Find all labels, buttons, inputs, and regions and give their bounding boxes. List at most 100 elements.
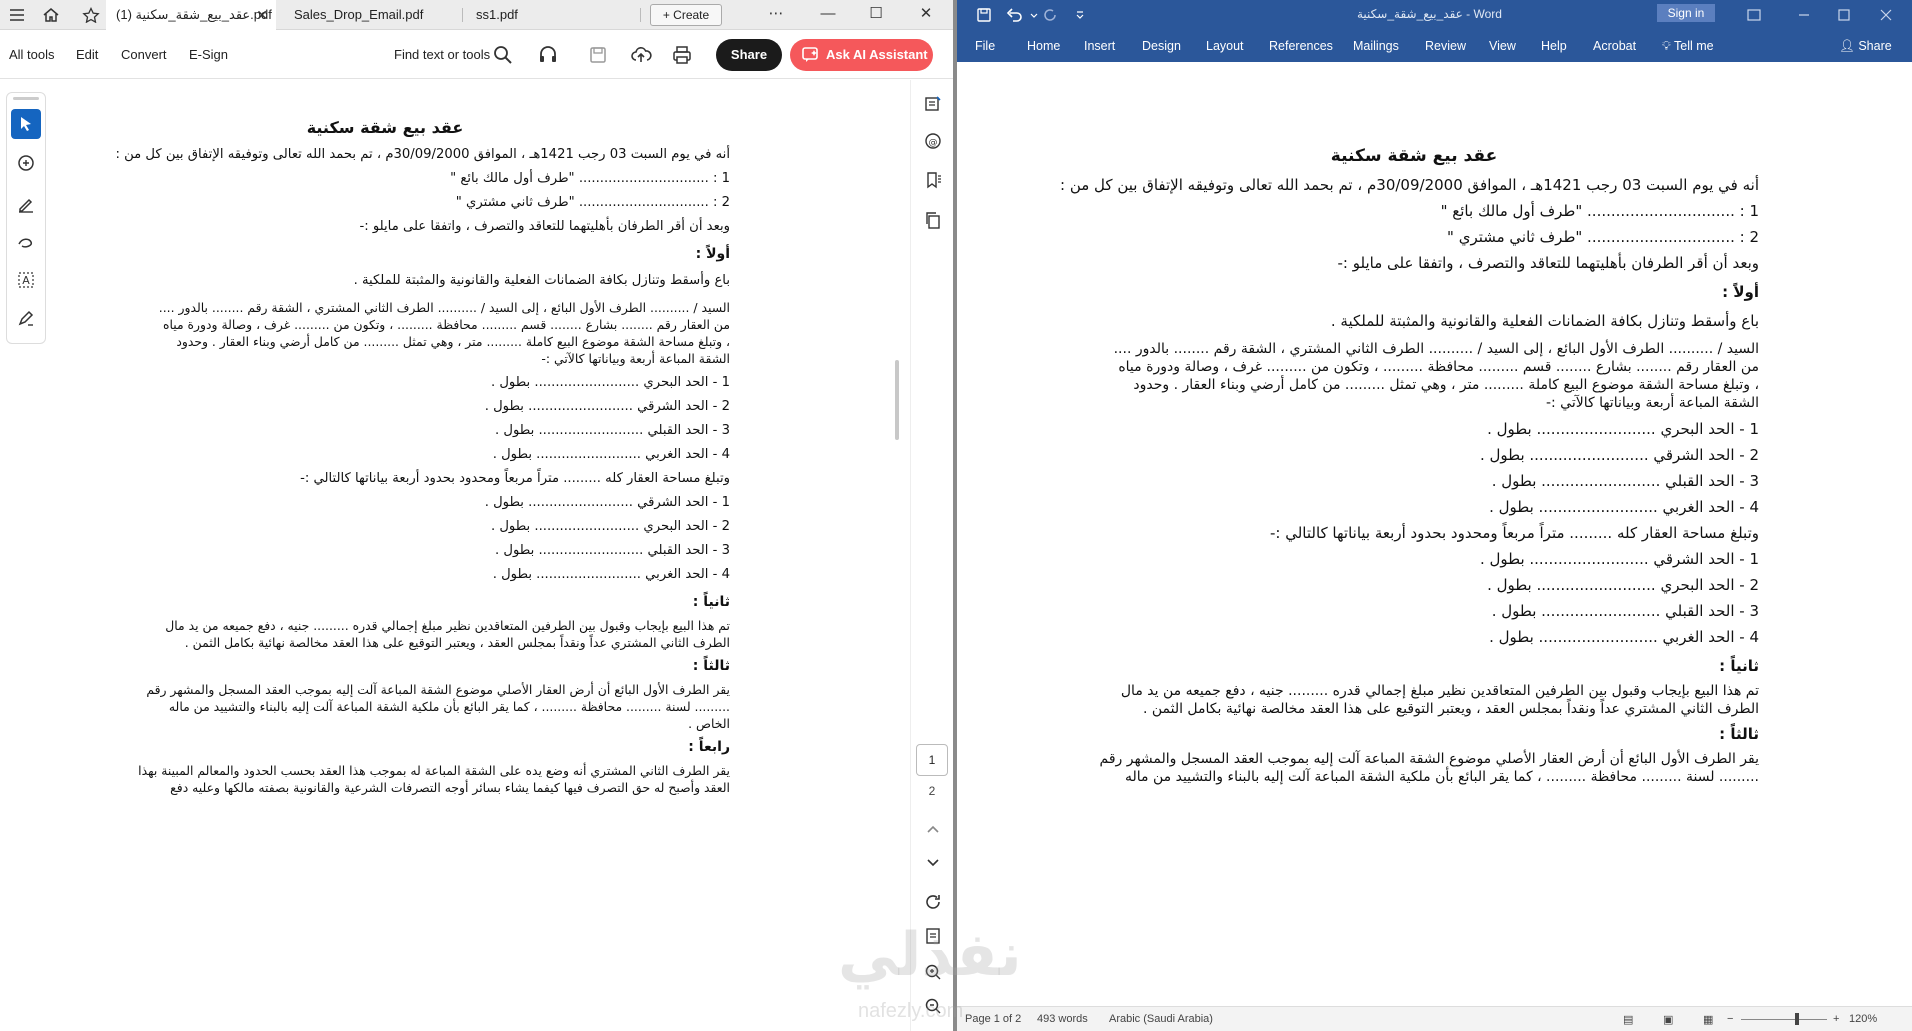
agreement-line: وبعد أن أقر الطرفان بأهليتهما للتعاقد وا…	[1337, 254, 1760, 272]
comment-icon[interactable]: @	[923, 132, 943, 152]
menu-all-tools[interactable]: All tools	[9, 47, 55, 62]
fill-sign-icon[interactable]	[11, 303, 41, 333]
border-line: 4 - الحد الغربي ........................…	[1489, 498, 1759, 516]
find-text-button[interactable]: Find text or tools	[394, 47, 490, 62]
tab-label: عقد_بيع_شقة_سكنية (1).pdf	[116, 7, 272, 22]
word-count-status[interactable]: 493 words	[1037, 1013, 1088, 1025]
border-line: 3 - الحد القبلي ........................…	[495, 423, 730, 438]
panel-grip[interactable]	[13, 97, 39, 100]
tab-layout[interactable]: Layout	[1206, 39, 1244, 53]
edit-pdf-icon[interactable]	[923, 94, 943, 114]
zoom-in-button[interactable]: +	[1833, 1013, 1839, 1025]
tab-view[interactable]: View	[1489, 39, 1516, 53]
pdf-document-content: عقد بيع شقة سكنية أنه في يوم السبت 03 رج…	[40, 118, 730, 796]
current-page-input[interactable]: 1	[916, 744, 948, 776]
tab-mailings[interactable]: Mailings	[1353, 39, 1399, 53]
search-icon[interactable]	[492, 44, 514, 66]
paragraph-line: السيد / .......... الطرف الأول البائع ، …	[1113, 341, 1759, 357]
page-count-status[interactable]: Page 1 of 2	[965, 1013, 1021, 1025]
section-fourth-heading: رابعاً :	[688, 739, 730, 755]
tab-insert[interactable]: Insert	[1084, 39, 1115, 53]
share-label: Share	[1858, 39, 1892, 53]
menu-edit[interactable]: Edit	[76, 47, 98, 62]
zoom-level[interactable]: 120%	[1849, 1013, 1877, 1025]
tab-label: ss1.pdf	[476, 7, 518, 22]
paragraph-line: من العقار رقم ........ بشارع ........ قس…	[162, 317, 730, 332]
border-line: 1 - الحد البحري ........................…	[1487, 420, 1759, 438]
border-line: 3 - الحد القبلي ........................…	[495, 543, 730, 558]
home-icon[interactable]	[42, 7, 60, 23]
ai-assistant-label: Ask AI Assistant	[826, 47, 928, 62]
select-tool-icon[interactable]	[11, 109, 41, 139]
save-icon[interactable]	[587, 44, 609, 66]
print-icon[interactable]	[671, 44, 693, 66]
create-button[interactable]: + Create	[650, 4, 722, 26]
chevron-up-icon[interactable]	[923, 820, 943, 840]
zoom-slider[interactable]	[1741, 1019, 1827, 1020]
highlight-pen-icon[interactable]	[11, 189, 41, 219]
close-window-icon[interactable]: ✕	[906, 0, 946, 30]
refresh-icon[interactable]	[923, 892, 943, 912]
tell-me-search[interactable]: 💡︎ Tell me	[1662, 39, 1714, 54]
ask-ai-assistant-button[interactable]: Ask AI Assistant	[790, 39, 933, 71]
minimize-icon[interactable]: —	[808, 0, 848, 30]
tab-acrobat[interactable]: Acrobat	[1593, 39, 1636, 53]
menu-icon[interactable]	[8, 7, 26, 23]
party-2-line: 2 : ............................... "طرف…	[455, 195, 730, 210]
bookmark-icon[interactable]	[923, 170, 943, 190]
tab-home[interactable]: Home	[1027, 39, 1060, 53]
customize-toolbar-icon[interactable]	[1071, 6, 1089, 24]
tab-pdf-contract[interactable]: عقد_بيع_شقة_سكنية (1).pdf ✕	[106, 0, 276, 30]
close-window-icon[interactable]	[1877, 6, 1895, 24]
sign-in-button[interactable]: Sign in	[1657, 4, 1715, 22]
border-line: 2 - الحد الشرقي ........................…	[1479, 446, 1759, 464]
minimize-icon[interactable]	[1795, 6, 1813, 24]
share-button[interactable]: 👤︎ Share	[1839, 39, 1892, 54]
ribbon-display-icon[interactable]	[1745, 6, 1763, 24]
pdf-scrollbar[interactable]	[895, 360, 899, 440]
border-line: 4 - الحد الغربي ........................…	[492, 567, 730, 582]
section-third-heading: ثالثاً :	[692, 658, 730, 674]
share-button[interactable]: Share	[716, 39, 782, 71]
paragraph-line: ......... لسنة ......... محافظة ........…	[1125, 769, 1759, 785]
menu-convert[interactable]: Convert	[121, 47, 167, 62]
tab-file[interactable]: File	[975, 39, 995, 53]
close-tab-icon[interactable]: ✕	[256, 0, 268, 30]
chevron-down-icon[interactable]	[923, 852, 943, 872]
tab-ss1[interactable]: ss1.pdf	[466, 0, 636, 30]
text-box-icon[interactable]: A	[11, 265, 41, 295]
copy-pages-icon[interactable]	[923, 210, 943, 230]
tab-help[interactable]: Help	[1541, 39, 1567, 53]
save-icon[interactable]	[975, 6, 993, 24]
tab-references[interactable]: References	[1269, 39, 1333, 53]
more-options-icon[interactable]: ⋯	[756, 0, 796, 30]
read-aloud-icon[interactable]	[537, 44, 559, 66]
paragraph-line: من العقار رقم ........ بشارع ........ قس…	[1118, 359, 1759, 375]
paragraph-line: تم هذا البيع بإيجاب وقبول بين الطرفين ال…	[1120, 683, 1759, 699]
section-second-heading: ثانياً :	[692, 594, 730, 610]
border-line: 1 - الحد الشرقي ........................…	[1479, 550, 1759, 568]
zoom-out-button[interactable]: −	[1727, 1013, 1733, 1025]
draw-freehand-icon[interactable]	[11, 227, 41, 257]
star-icon[interactable]	[82, 7, 100, 23]
agreement-line: وبعد أن أقر الطرفان بأهليتهما للتعاقد وا…	[359, 219, 730, 234]
add-comment-icon[interactable]	[11, 149, 41, 179]
undo-icon[interactable]	[1005, 6, 1023, 24]
read-mode-icon[interactable]: ▤	[1623, 1013, 1633, 1026]
upload-cloud-icon[interactable]	[630, 44, 652, 66]
web-layout-icon[interactable]: ▦	[1703, 1013, 1713, 1026]
print-layout-icon[interactable]: ▣	[1663, 1013, 1673, 1026]
pdf-right-rail: @ 1 2	[910, 80, 953, 1031]
maximize-icon[interactable]: ☐	[856, 0, 896, 30]
tab-review[interactable]: Review	[1425, 39, 1466, 53]
menu-esign[interactable]: E-Sign	[189, 47, 228, 62]
maximize-icon[interactable]	[1835, 6, 1853, 24]
tab-design[interactable]: Design	[1142, 39, 1181, 53]
paragraph-line: العقد وأصبح له حق التصرف فيها كيفما يشاء…	[170, 780, 730, 795]
area-line: وتبلغ مساحة العقار كله ......... متراً م…	[300, 471, 730, 486]
border-line: 2 - الحد الشرقي ........................…	[484, 399, 730, 414]
tab-sales-drop-email[interactable]: Sales_Drop_Email.pdf	[284, 0, 454, 30]
language-status[interactable]: Arabic (Saudi Arabia)	[1109, 1013, 1213, 1025]
redo-icon[interactable]	[1041, 6, 1059, 24]
zoom-slider-handle[interactable]	[1795, 1013, 1799, 1025]
